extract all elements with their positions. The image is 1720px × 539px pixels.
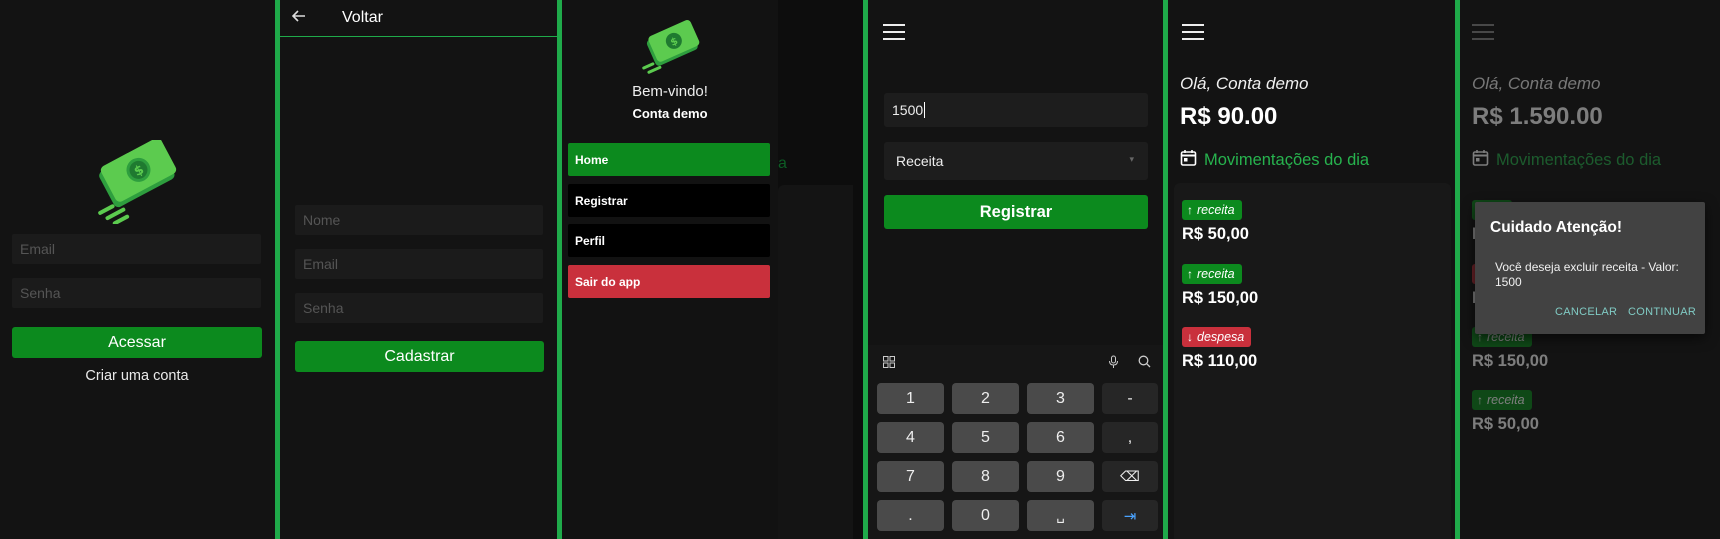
name-input[interactable]: Nome bbox=[295, 205, 543, 235]
transaction-amount: R$ 110,00 bbox=[1182, 352, 1258, 370]
transaction-amount: R$ 50,00 bbox=[1182, 225, 1249, 243]
balance: R$ 1.590.00 bbox=[1472, 103, 1603, 130]
key-8[interactable]: 8 bbox=[952, 461, 1019, 492]
amount-input[interactable]: 1500 bbox=[884, 93, 1148, 127]
password-input[interactable]: Senha bbox=[12, 278, 261, 308]
arrow-up-icon: ↑ bbox=[1187, 267, 1193, 281]
backspace-key[interactable]: ⌫ bbox=[1102, 461, 1158, 492]
transaction-amount: R$ 50,00 bbox=[1472, 415, 1539, 433]
back-label[interactable]: Voltar bbox=[342, 9, 383, 27]
drawer-scrim[interactable]: a bbox=[778, 0, 863, 539]
key-2[interactable]: 2 bbox=[952, 383, 1019, 414]
key-4[interactable]: 4 bbox=[877, 422, 944, 453]
arrow-left-icon[interactable] bbox=[291, 9, 320, 27]
transaction-amount: R$ 150,00 bbox=[1472, 352, 1549, 370]
screenshots-collage: $ Email Senha Acessar Criar uma conta Vo… bbox=[0, 0, 1720, 539]
expense-badge: ↓ despesa bbox=[1182, 327, 1252, 347]
grid-icon[interactable] bbox=[883, 356, 895, 368]
signup-button[interactable]: Cadastrar bbox=[295, 341, 544, 372]
login-screen: $ Email Senha Acessar Criar uma conta bbox=[0, 0, 275, 539]
balance: R$ 90.00 bbox=[1180, 103, 1278, 130]
app-bar: Voltar bbox=[280, 0, 557, 37]
search-icon[interactable] bbox=[1138, 355, 1151, 368]
menu-item-home[interactable]: Home bbox=[568, 143, 770, 176]
type-select[interactable]: Receita ▾ bbox=[884, 142, 1148, 180]
key-3[interactable]: 3 bbox=[1027, 383, 1094, 414]
menu-icon[interactable] bbox=[1182, 24, 1204, 40]
arrow-up-icon: ↑ bbox=[1477, 393, 1483, 407]
income-badge: ↑ receita bbox=[1182, 200, 1242, 220]
drawer-screen: $ Bem-vindo! Conta demo Home Registrar P… bbox=[562, 0, 863, 539]
confirm-dialog: Cuidado Atenção! Você deseja excluir rec… bbox=[1475, 202, 1705, 334]
numeric-keyboard: 1 2 3 - 4 5 6 , 7 8 9 ⌫ . 0 ␣ ⇥ bbox=[868, 345, 1163, 539]
signup-screen: Voltar Nome Email Senha Cadastrar bbox=[280, 0, 557, 539]
email-input[interactable]: Email bbox=[295, 249, 543, 279]
menu-icon[interactable] bbox=[883, 24, 905, 40]
continue-button[interactable]: CONTINUAR bbox=[1628, 306, 1696, 318]
menu-item-perfil[interactable]: Perfil bbox=[568, 224, 770, 257]
next-key[interactable]: ⇥ bbox=[1102, 500, 1158, 531]
arrow-up-icon: ↑ bbox=[1187, 203, 1193, 217]
amount-value: 1500 bbox=[892, 102, 924, 118]
peek-text: a bbox=[778, 155, 787, 172]
home-screen: Olá, Conta demo R$ 90.00 Movimentações d… bbox=[1168, 0, 1455, 539]
key-dot[interactable]: . bbox=[877, 500, 944, 531]
section-title-text: Movimentações do dia bbox=[1496, 151, 1662, 169]
income-badge: ↑ receita bbox=[1472, 390, 1532, 410]
password-input[interactable]: Senha bbox=[295, 293, 543, 323]
key-9[interactable]: 9 bbox=[1027, 461, 1094, 492]
section-title-text: Movimentações do dia bbox=[1204, 151, 1370, 169]
register-screen: 1500 Receita ▾ Registrar 1 2 3 - 4 5 6 ,… bbox=[868, 0, 1163, 539]
welcome-text: Bem-vindo! bbox=[632, 83, 708, 100]
key-minus[interactable]: - bbox=[1102, 383, 1158, 414]
register-button[interactable]: Registrar bbox=[884, 195, 1148, 229]
transaction-amount: R$ 150,00 bbox=[1182, 289, 1259, 307]
navigation-drawer: $ Bem-vindo! Conta demo Home Registrar P… bbox=[562, 0, 778, 539]
login-button[interactable]: Acessar bbox=[12, 327, 262, 358]
money-logo-icon: $ bbox=[642, 20, 700, 74]
key-comma[interactable]: , bbox=[1102, 422, 1158, 453]
microphone-icon[interactable] bbox=[1108, 355, 1119, 369]
key-1[interactable]: 1 bbox=[877, 383, 944, 414]
money-logo-icon: $ bbox=[98, 140, 177, 224]
menu-item-registrar[interactable]: Registrar bbox=[568, 184, 770, 217]
key-7[interactable]: 7 bbox=[877, 461, 944, 492]
chevron-down-icon: ▾ bbox=[1129, 154, 1134, 164]
create-account-link[interactable]: Criar uma conta bbox=[12, 368, 262, 384]
dialog-title: Cuidado Atenção! bbox=[1490, 219, 1623, 236]
key-0[interactable]: 0 bbox=[952, 500, 1019, 531]
type-selected-value: Receita bbox=[896, 153, 944, 169]
section-title: Movimentações do dia bbox=[1472, 150, 1662, 170]
key-5[interactable]: 5 bbox=[952, 422, 1019, 453]
menu-item-logout[interactable]: Sair do app bbox=[568, 265, 770, 298]
menu-icon bbox=[1472, 24, 1494, 40]
key-6[interactable]: 6 bbox=[1027, 422, 1094, 453]
email-input[interactable]: Email bbox=[12, 234, 261, 264]
delete-dialog-screen: Olá, Conta demo R$ 1.590.00 Movimentaçõe… bbox=[1460, 0, 1720, 539]
calendar-icon bbox=[1472, 150, 1489, 166]
greeting: Olá, Conta demo bbox=[1472, 74, 1601, 93]
peek-card bbox=[778, 185, 853, 539]
section-title: Movimentações do dia bbox=[1180, 150, 1370, 170]
dialog-message: Você deseja excluir receita - Valor: 150… bbox=[1495, 260, 1679, 289]
account-name: Conta demo bbox=[632, 106, 708, 121]
space-key[interactable]: ␣ bbox=[1027, 500, 1094, 531]
greeting: Olá, Conta demo bbox=[1180, 74, 1309, 93]
calendar-icon bbox=[1180, 150, 1197, 166]
income-badge: ↑ receita bbox=[1182, 264, 1242, 284]
keyboard-toolbar bbox=[868, 345, 1163, 375]
cancel-button[interactable]: CANCELAR bbox=[1555, 306, 1617, 318]
arrow-down-icon: ↓ bbox=[1187, 330, 1193, 344]
